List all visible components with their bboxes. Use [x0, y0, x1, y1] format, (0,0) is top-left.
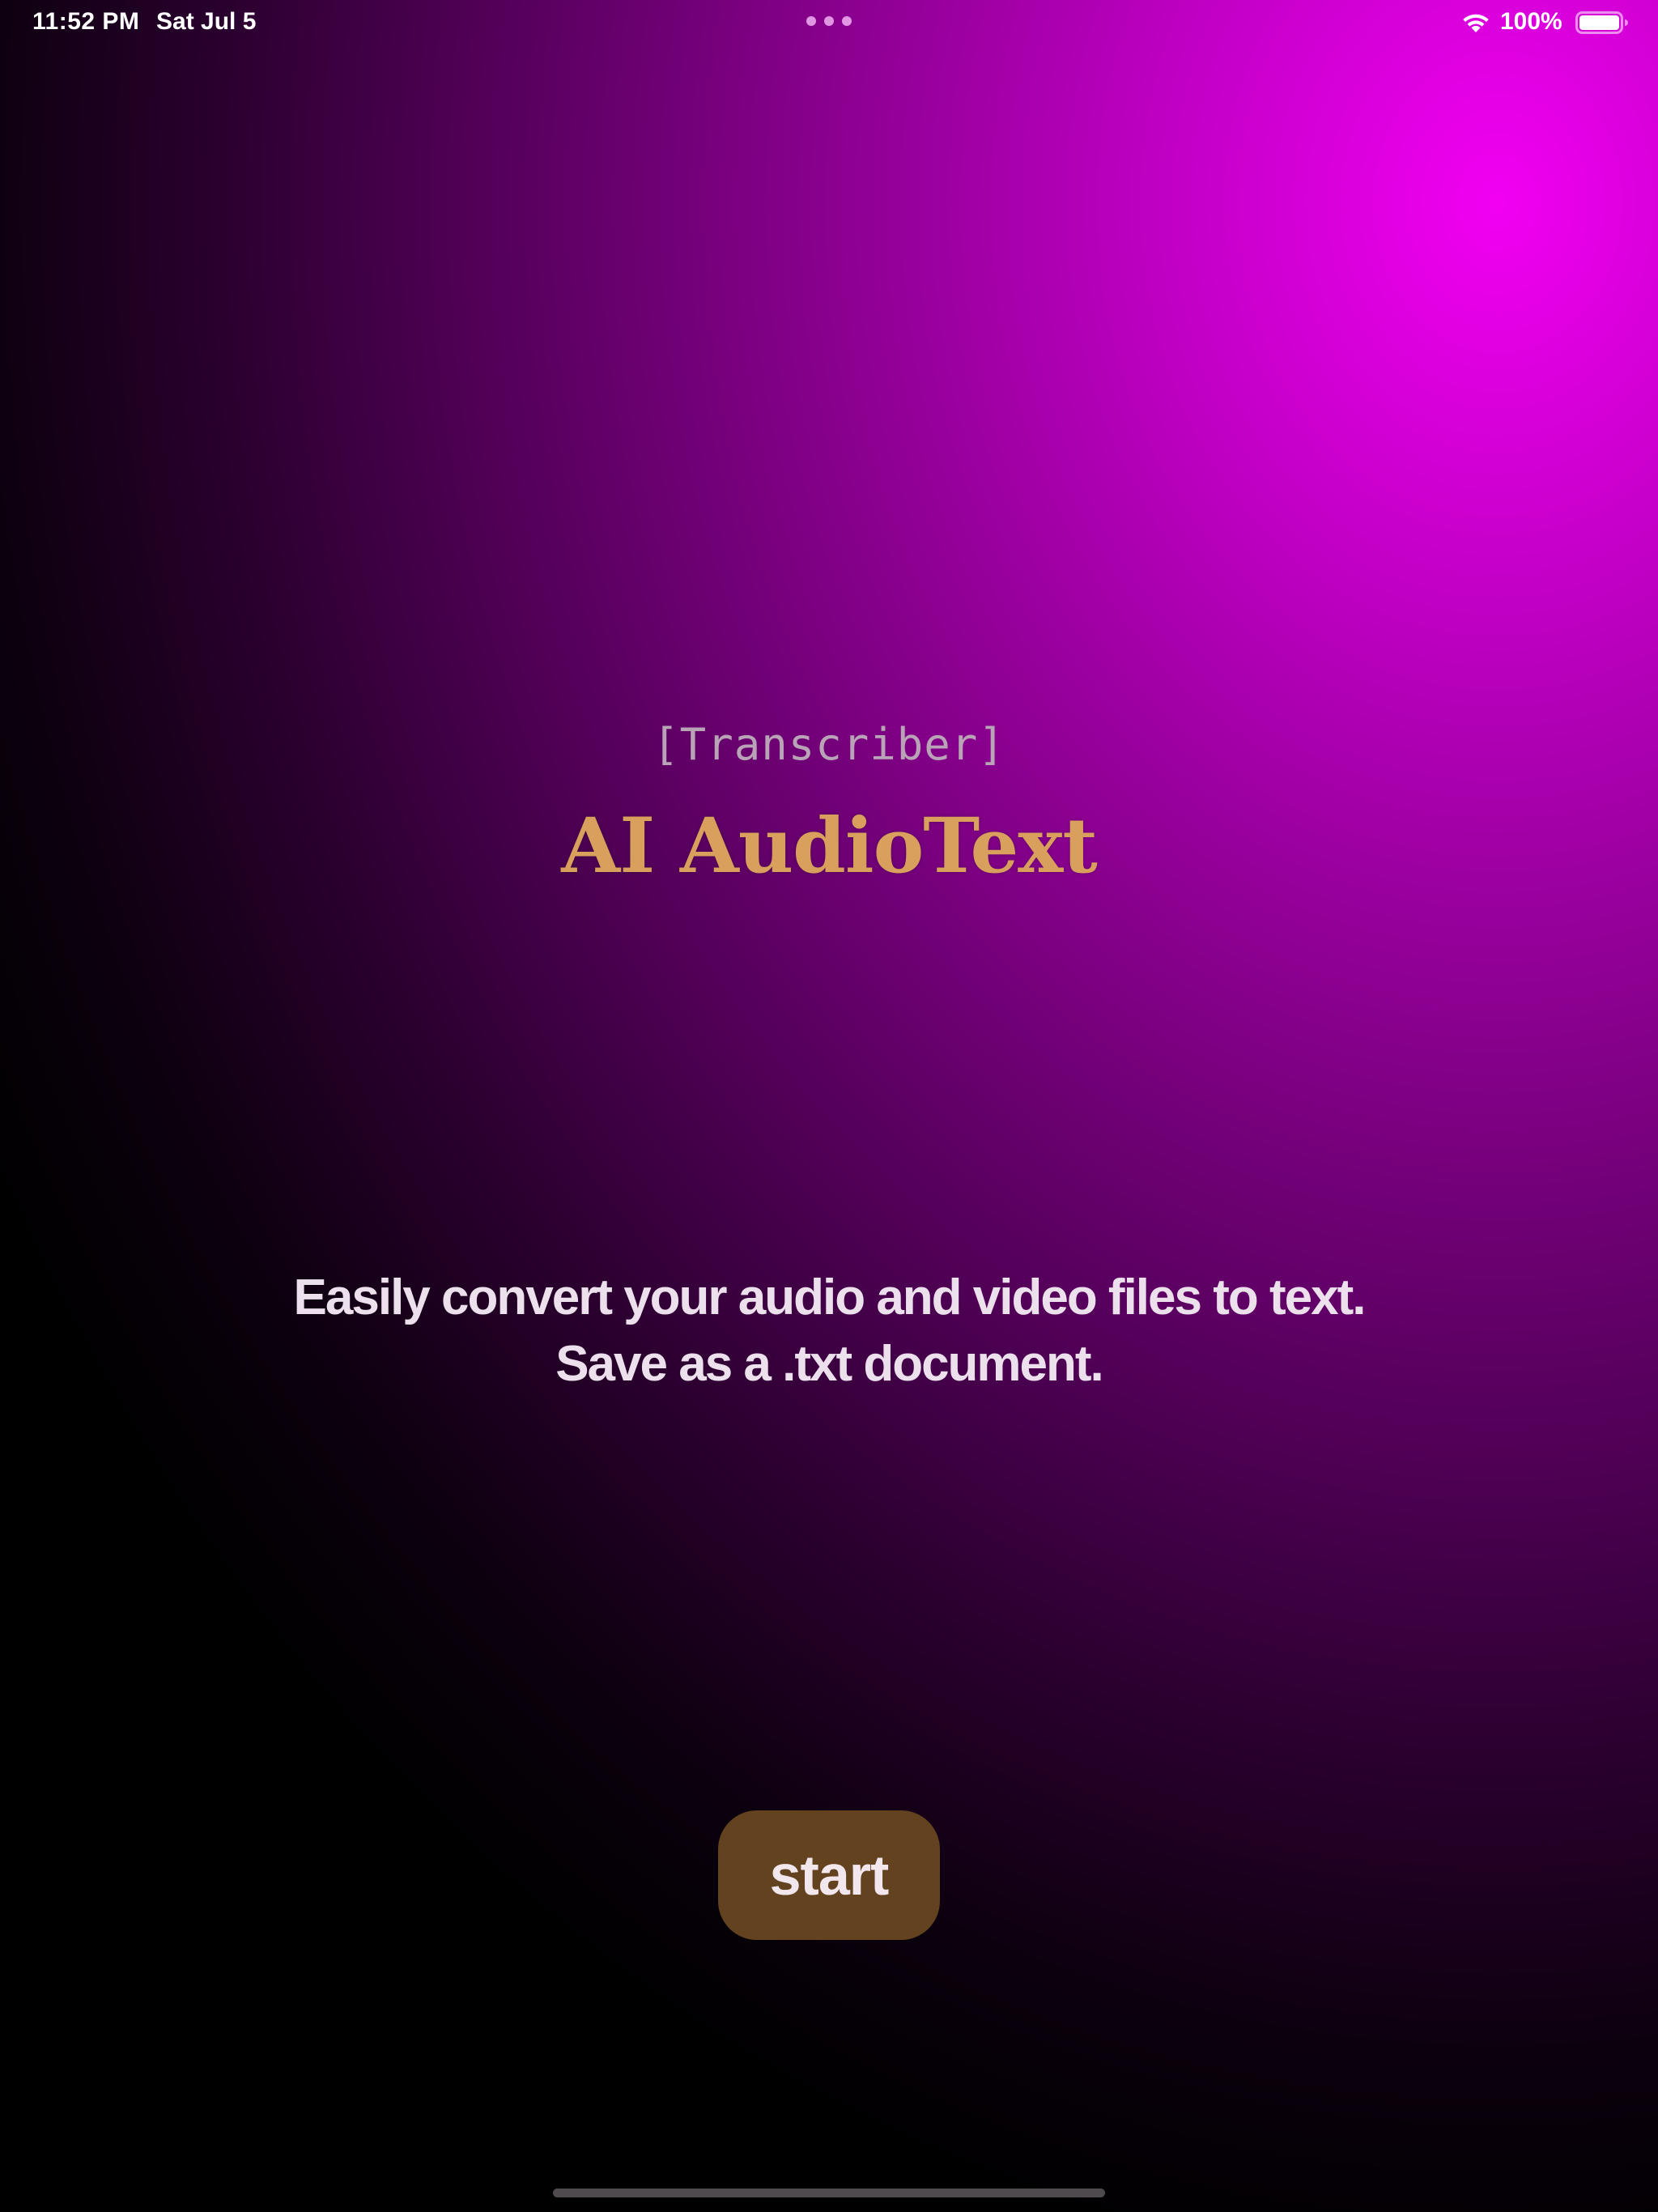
- description-line: Save as a .txt document.: [555, 1336, 1104, 1392]
- welcome-screen: 11:52 PM Sat Jul 5 100% [Transcriber] AI…: [0, 0, 1658, 2212]
- app-title: AI AudioText: [561, 802, 1097, 891]
- battery-percentage: 100%: [1500, 8, 1562, 35]
- description-line: Easily convert your audio and video file…: [293, 1270, 1367, 1325]
- dot: [824, 16, 834, 26]
- app-description: Easily convert your audio and video file…: [0, 1265, 1658, 1397]
- dot: [842, 16, 852, 26]
- start-button[interactable]: start: [718, 1810, 940, 1940]
- wifi-icon: [1463, 14, 1489, 32]
- app-subtitle: [Transcriber]: [653, 719, 1005, 770]
- battery-icon: [1575, 11, 1628, 34]
- status-time: 11:52 PM: [32, 8, 140, 35]
- dot: [806, 16, 816, 26]
- status-bar: 11:52 PM Sat Jul 5 100%: [0, 0, 1658, 45]
- multitask-dots-icon[interactable]: [806, 16, 852, 28]
- home-indicator[interactable]: [553, 2189, 1105, 2197]
- status-date: Sat Jul 5: [156, 8, 257, 35]
